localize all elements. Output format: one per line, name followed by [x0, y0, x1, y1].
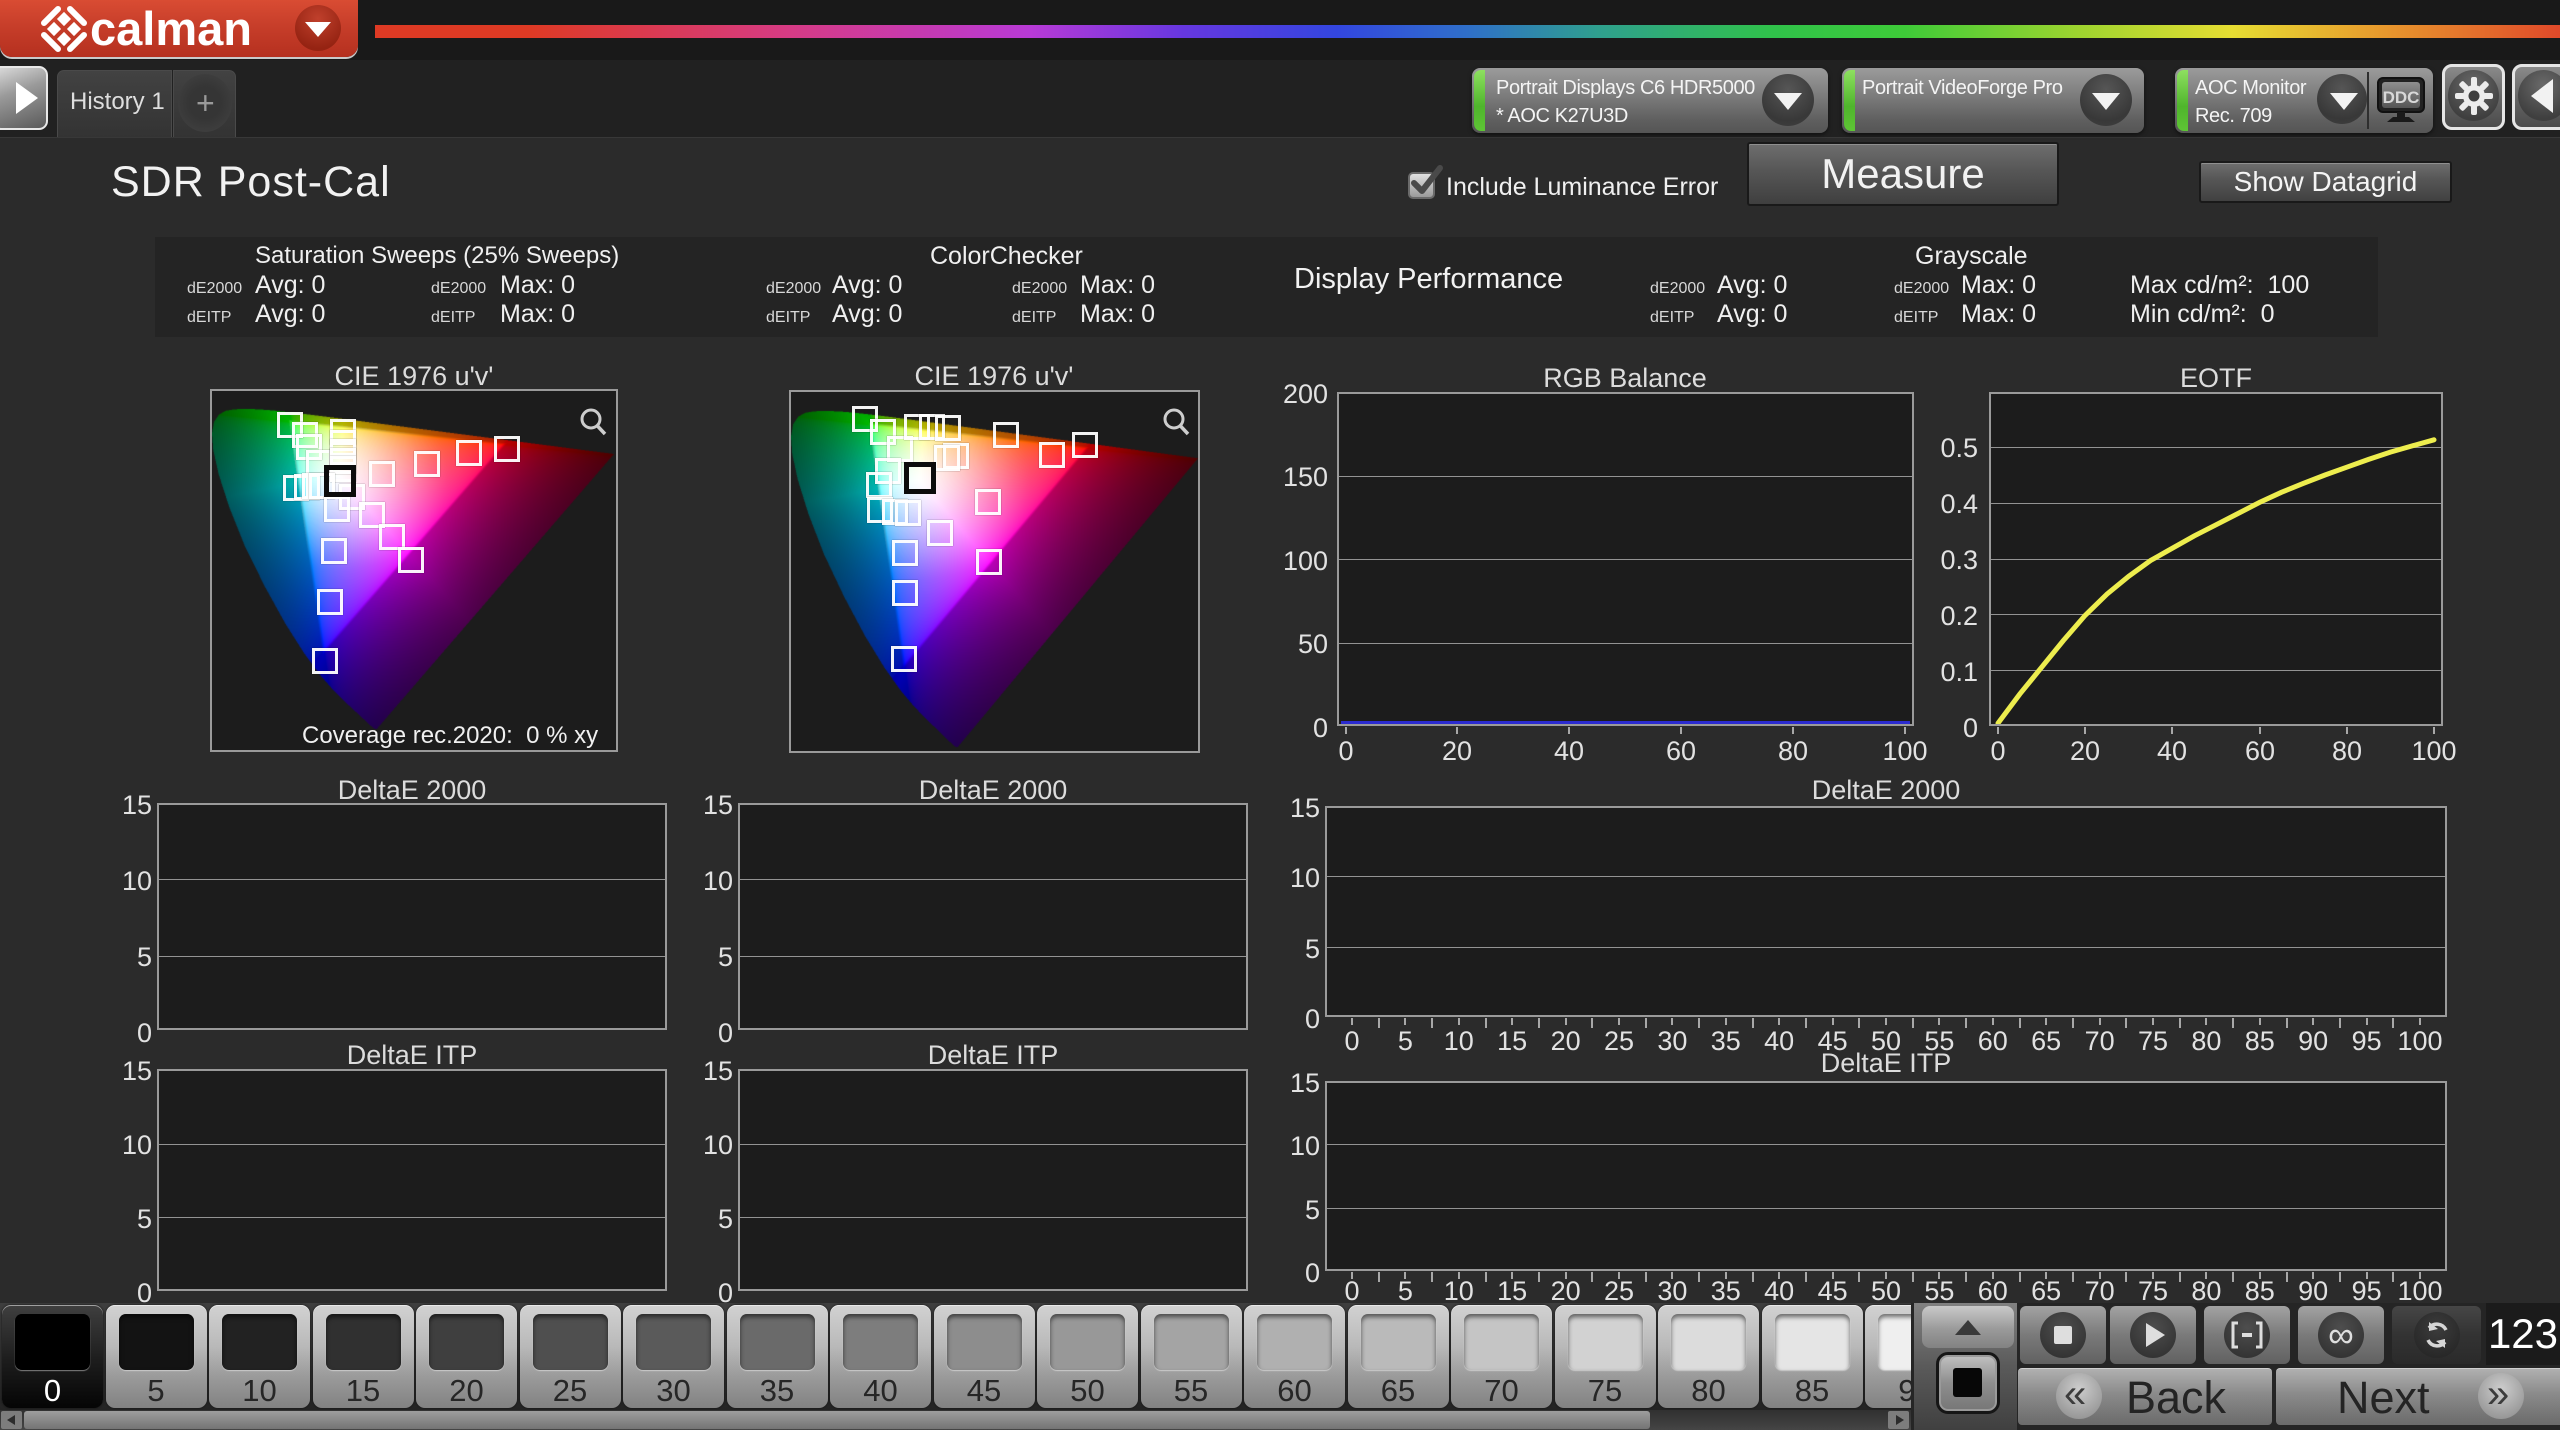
svg-text:DDC: DDC — [2383, 88, 2420, 107]
